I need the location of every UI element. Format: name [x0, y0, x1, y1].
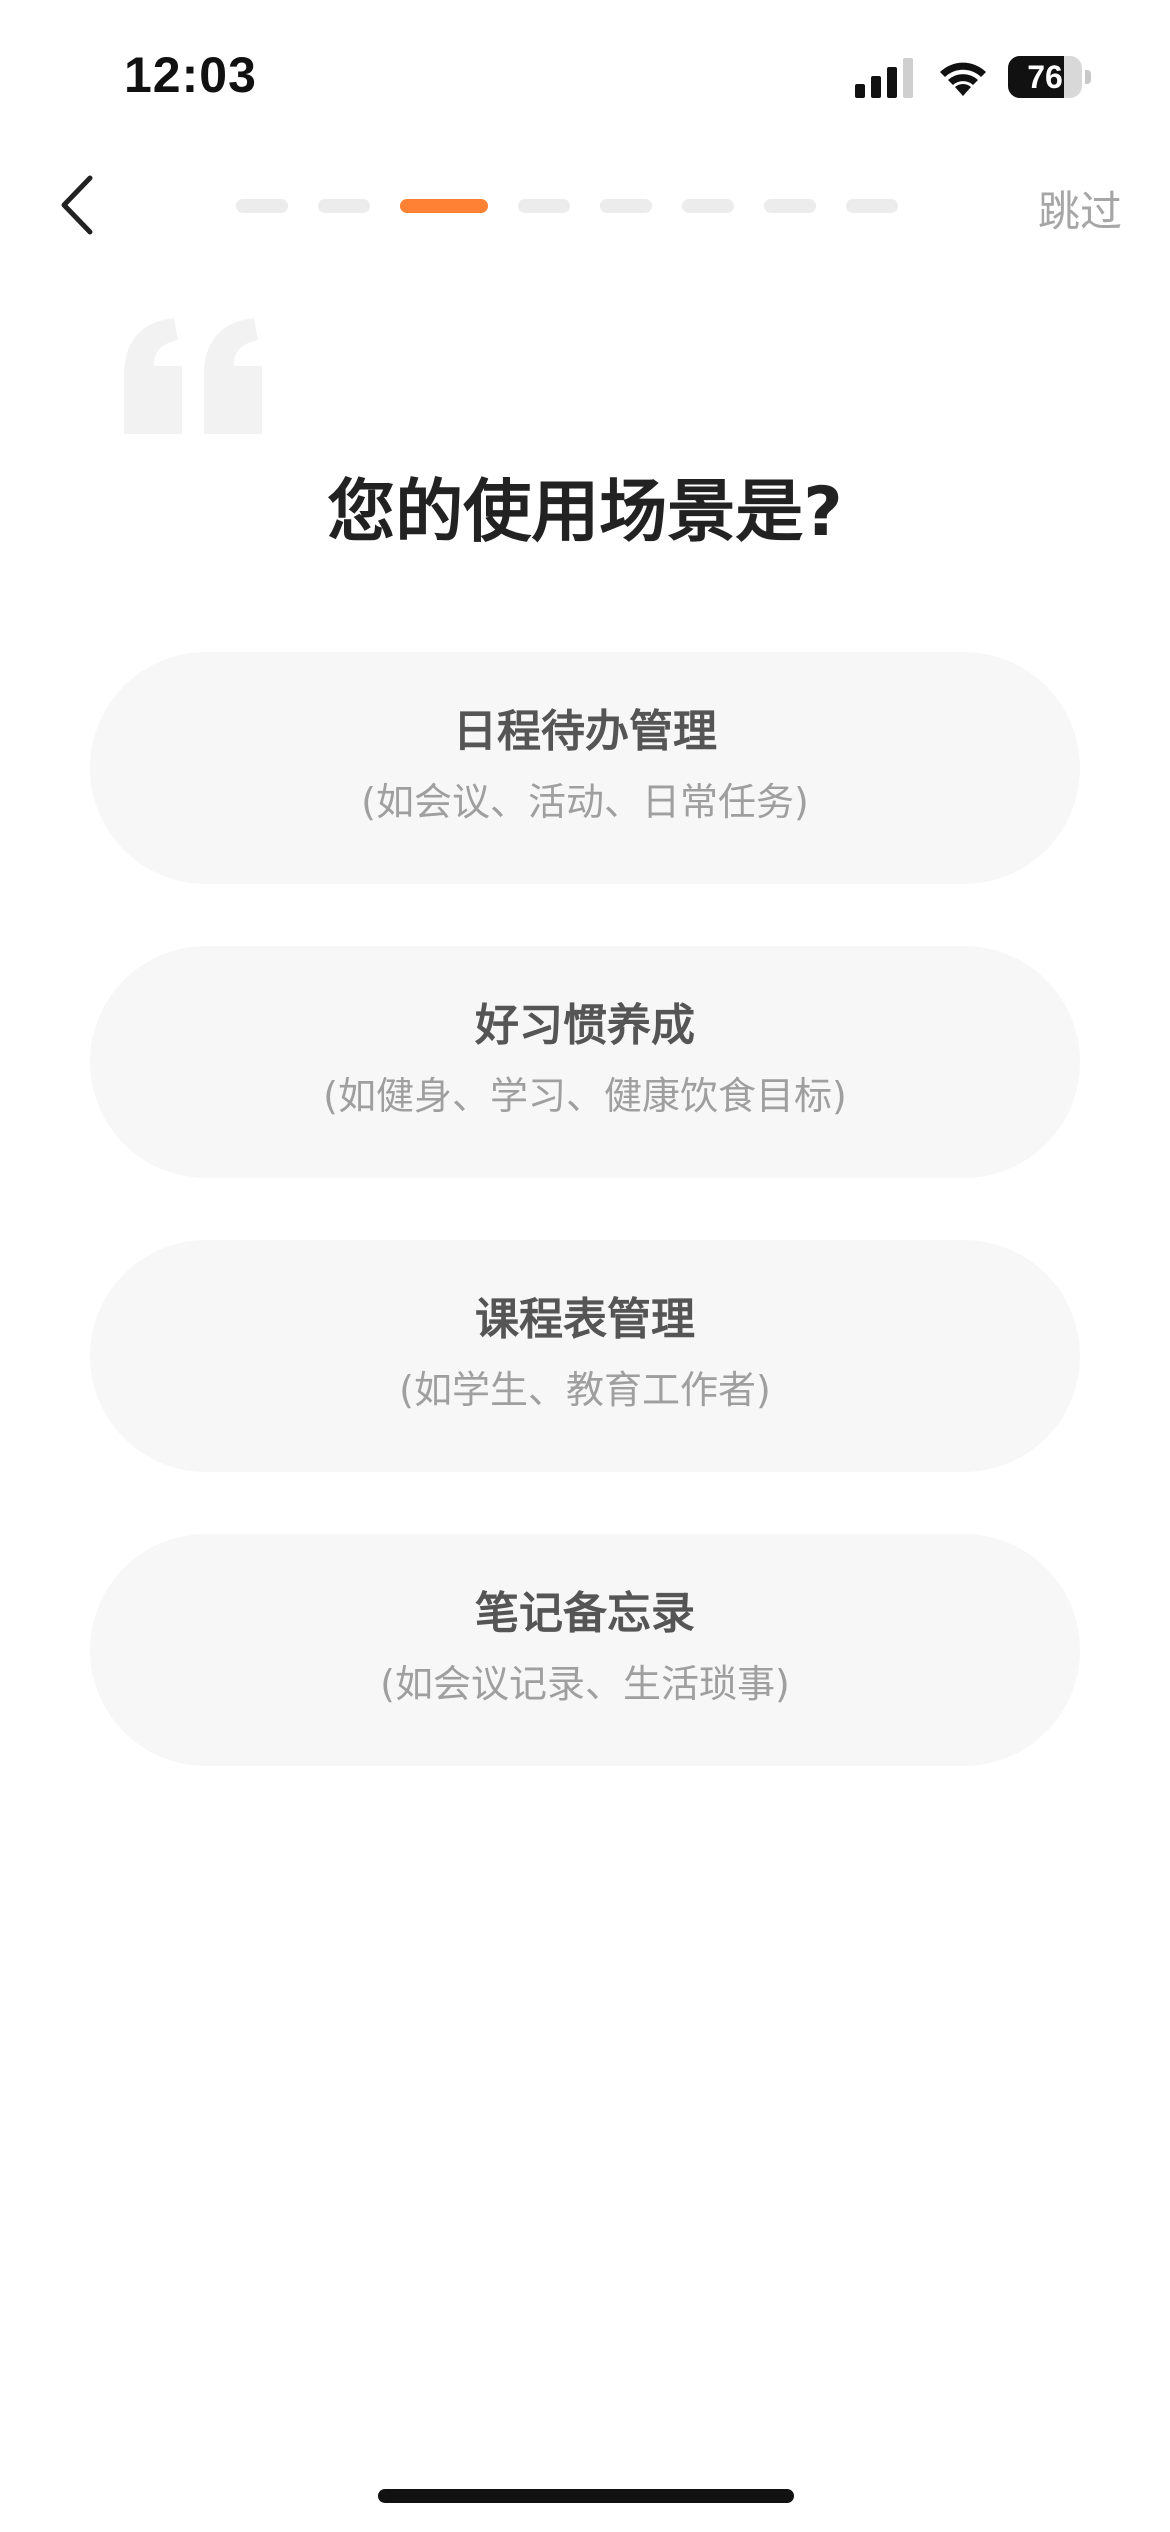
onboarding-screen: 12:03 76 跳过 您的使用场景是? 日程待办管理 (如会议、活动、日常任务… [0, 0, 1170, 2532]
progress-step [600, 199, 652, 213]
back-button[interactable] [52, 170, 112, 240]
option-title: 课程表管理 [475, 1294, 695, 1345]
chevron-left-icon [61, 175, 93, 235]
option-schedule-todo[interactable]: 日程待办管理 (如会议、活动、日常任务) [90, 652, 1080, 884]
option-subtitle: (如学生、教育工作者) [399, 1368, 771, 1412]
progress-step [682, 199, 734, 213]
status-time: 12:03 [124, 47, 257, 103]
battery-icon: 76 [1008, 56, 1092, 98]
battery-body: 76 [1008, 56, 1082, 98]
option-title: 好习惯养成 [475, 1000, 695, 1051]
battery-level: 76 [1027, 59, 1063, 95]
option-class-schedule[interactable]: 课程表管理 (如学生、教育工作者) [90, 1240, 1080, 1472]
option-subtitle: (如健身、学习、健康饮食目标) [323, 1074, 847, 1118]
progress-step-active [400, 199, 488, 213]
progress-step [236, 199, 288, 213]
progress-step [846, 199, 898, 213]
progress-step [764, 199, 816, 213]
progress-step [318, 199, 370, 213]
progress-step [518, 199, 570, 213]
skip-button[interactable]: 跳过 [1038, 178, 1122, 239]
option-subtitle: (如会议、活动、日常任务) [361, 780, 809, 824]
step-progress-indicator [236, 199, 898, 213]
option-habit-building[interactable]: 好习惯养成 (如健身、学习、健康饮食目标) [90, 946, 1080, 1178]
battery-cap [1085, 70, 1091, 84]
option-subtitle: (如会议记录、生活琐事) [380, 1662, 790, 1706]
option-title: 笔记备忘录 [475, 1588, 695, 1639]
page-title: 您的使用场景是? [327, 473, 843, 552]
option-title: 日程待办管理 [453, 706, 717, 757]
option-notes-memo[interactable]: 笔记备忘录 (如会议记录、生活琐事) [90, 1534, 1080, 1766]
wifi-icon [940, 62, 986, 96]
home-indicator[interactable] [378, 2489, 794, 2503]
signal-icon [855, 58, 913, 98]
quote-icon [124, 318, 262, 434]
